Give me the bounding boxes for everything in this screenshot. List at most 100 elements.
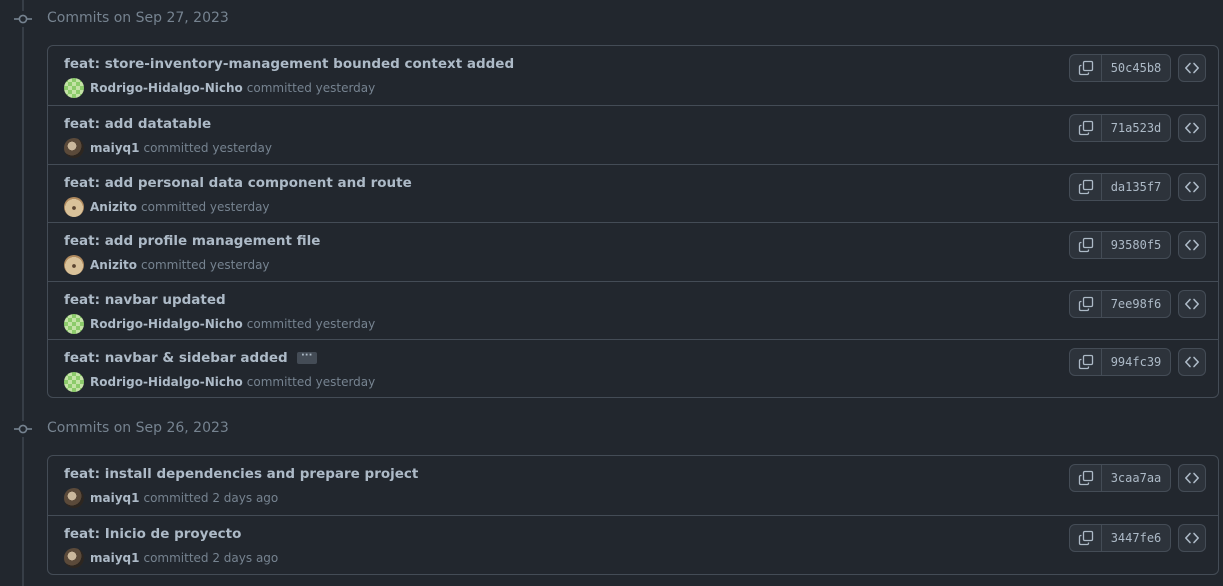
commit-list: feat: store-inventory-management bounded…	[47, 45, 1219, 398]
commit-author-link[interactable]: Anizito	[90, 258, 137, 272]
commit-row: feat: Inicio de proyecto maiyq1 committed …	[48, 515, 1218, 574]
commit-author-link[interactable]: Rodrigo-Hidalgo-Nicho	[90, 81, 243, 95]
commit-meta: Rodrigo-Hidalgo-Nicho committed yesterday	[64, 78, 375, 98]
commit-meta: Rodrigo-Hidalgo-Nicho committed yesterday	[64, 372, 375, 392]
commit-message-line: feat: add profile management file	[64, 233, 320, 249]
code-icon[interactable]	[1178, 54, 1206, 82]
commit-group: Commits on Sep 27, 2023 feat: store-inven…	[0, 0, 1223, 398]
commit-actions: 994fc39	[1069, 348, 1206, 376]
avatar[interactable]	[64, 488, 84, 508]
commit-meta: Rodrigo-Hidalgo-Nicho committed yesterday	[64, 314, 375, 334]
copy-icon[interactable]	[1070, 55, 1102, 81]
sha-button-group: 994fc39	[1069, 348, 1171, 376]
commit-time: committed yesterday	[141, 200, 270, 214]
commit-sha-link[interactable]: 7ee98f6	[1102, 291, 1170, 317]
commit-message-link[interactable]: feat: store-inventory-management bounded…	[64, 56, 514, 72]
commit-time: committed yesterday	[141, 258, 270, 272]
commit-group-header: Commits on Sep 26, 2023	[0, 410, 1223, 448]
commit-actions: 71a523d	[1069, 114, 1206, 142]
commit-message-line: feat: add datatable	[64, 116, 211, 132]
commit-time: committed 2 days ago	[143, 491, 279, 505]
commit-sha-link[interactable]: 50c45b8	[1102, 55, 1170, 81]
copy-icon[interactable]	[1070, 525, 1102, 551]
commit-sha-link[interactable]: da135f7	[1102, 174, 1170, 200]
sha-button-group: 50c45b8	[1069, 54, 1171, 82]
copy-icon[interactable]	[1070, 115, 1102, 141]
copy-icon[interactable]	[1070, 291, 1102, 317]
commit-message-line: feat: Inicio de proyecto	[64, 526, 241, 542]
commit-message-link[interactable]: feat: Inicio de proyecto	[64, 526, 241, 542]
commit-row: feat: store-inventory-management bounded…	[48, 46, 1218, 105]
commit-actions: 3caa7aa	[1069, 464, 1206, 492]
code-icon[interactable]	[1178, 173, 1206, 201]
commit-group-title: Commits on Sep 27, 2023	[47, 10, 229, 26]
avatar[interactable]	[64, 548, 84, 568]
code-icon[interactable]	[1178, 348, 1206, 376]
code-icon[interactable]	[1178, 231, 1206, 259]
copy-icon[interactable]	[1070, 465, 1102, 491]
avatar[interactable]	[64, 78, 84, 98]
commit-message-link[interactable]: feat: navbar & sidebar added	[64, 350, 288, 366]
commit-meta: maiyq1 committed 2 days ago	[64, 548, 278, 568]
copy-icon[interactable]	[1070, 232, 1102, 258]
commit-message-link[interactable]: feat: add personal data component and ro…	[64, 175, 412, 191]
avatar[interactable]	[64, 372, 84, 392]
commit-actions: 93580f5	[1069, 231, 1206, 259]
commit-message-line: feat: navbar updated	[64, 292, 226, 308]
commit-message-link[interactable]: feat: add datatable	[64, 116, 211, 132]
commit-author-link[interactable]: Anizito	[90, 200, 137, 214]
code-icon[interactable]	[1178, 524, 1206, 552]
git-commit-icon	[14, 11, 32, 27]
sha-button-group: 7ee98f6	[1069, 290, 1171, 318]
commit-actions: 3447fe6	[1069, 524, 1206, 552]
commit-row: feat: add profile management file Anizito…	[48, 222, 1218, 281]
commit-message-link[interactable]: feat: install dependencies and prepare p…	[64, 466, 418, 482]
commit-author-link[interactable]: Rodrigo-Hidalgo-Nicho	[90, 375, 243, 389]
commit-author-link[interactable]: maiyq1	[90, 141, 139, 155]
code-icon[interactable]	[1178, 464, 1206, 492]
commit-meta: Anizito committed yesterday	[64, 197, 270, 217]
commit-sha-link[interactable]: 71a523d	[1102, 115, 1170, 141]
avatar[interactable]	[64, 197, 84, 217]
commit-time: committed yesterday	[143, 141, 272, 155]
commit-meta: Anizito committed yesterday	[64, 255, 270, 275]
code-icon[interactable]	[1178, 114, 1206, 142]
commit-author-link[interactable]: maiyq1	[90, 491, 139, 505]
commit-message-line: feat: store-inventory-management bounded…	[64, 56, 514, 72]
commit-sha-link[interactable]: 3caa7aa	[1102, 465, 1170, 491]
commit-actions: 7ee98f6	[1069, 290, 1206, 318]
commit-group-header: Commits on Sep 27, 2023	[0, 0, 1223, 38]
commit-message-line: feat: install dependencies and prepare p…	[64, 466, 418, 482]
code-icon[interactable]	[1178, 290, 1206, 318]
avatar[interactable]	[64, 138, 84, 158]
avatar[interactable]	[64, 314, 84, 334]
avatar[interactable]	[64, 255, 84, 275]
commit-sha-link[interactable]: 3447fe6	[1102, 525, 1170, 551]
commit-time: committed 2 days ago	[143, 551, 279, 565]
sha-button-group: 93580f5	[1069, 231, 1171, 259]
commit-message-line: feat: add personal data component and ro…	[64, 175, 412, 191]
commit-row: feat: install dependencies and prepare p…	[48, 456, 1218, 515]
commit-time: committed yesterday	[246, 375, 376, 389]
commit-message-link[interactable]: feat: add profile management file	[64, 233, 320, 249]
copy-icon[interactable]	[1070, 349, 1102, 375]
commit-author-link[interactable]: Rodrigo-Hidalgo-Nicho	[90, 317, 243, 331]
sha-button-group: da135f7	[1069, 173, 1171, 201]
commit-list: feat: install dependencies and prepare p…	[47, 455, 1219, 575]
commit-actions: 50c45b8	[1069, 54, 1206, 82]
commit-message-link[interactable]: feat: navbar updated	[64, 292, 226, 308]
commit-author-link[interactable]: maiyq1	[90, 551, 139, 565]
git-commit-icon	[14, 421, 32, 437]
commit-sha-link[interactable]: 93580f5	[1102, 232, 1170, 258]
commit-group: Commits on Sep 26, 2023 feat: install dep…	[0, 410, 1223, 575]
commit-meta: maiyq1 committed 2 days ago	[64, 488, 278, 508]
commit-actions: da135f7	[1069, 173, 1206, 201]
commit-group-title: Commits on Sep 26, 2023	[47, 420, 229, 436]
commit-row: feat: navbar & sidebar added ··· Rodrigo-H…	[48, 339, 1218, 397]
copy-icon[interactable]	[1070, 174, 1102, 200]
timeline-line	[22, 0, 24, 586]
commit-time: committed yesterday	[246, 81, 376, 95]
expand-description-button[interactable]: ···	[296, 351, 317, 364]
commit-sha-link[interactable]: 994fc39	[1102, 349, 1170, 375]
commit-row: feat: add personal data component and ro…	[48, 164, 1218, 222]
